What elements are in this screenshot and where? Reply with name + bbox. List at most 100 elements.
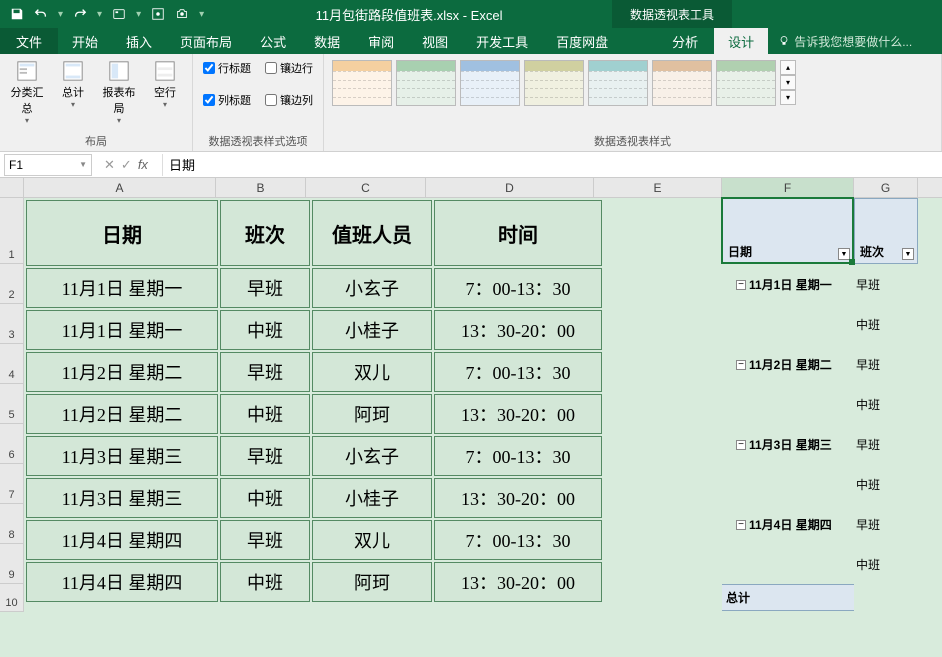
row-header[interactable]: 10 [0,584,24,612]
table-cell[interactable]: 双儿 [312,520,432,560]
table-cell[interactable]: 早班 [220,520,310,560]
column-header[interactable]: E [594,178,722,197]
table-cell[interactable]: 11月3日 星期三 [26,478,218,518]
formula-input[interactable] [162,154,942,176]
pivot-date-row[interactable]: −11月2日 星期二 [736,356,832,373]
table-cell[interactable]: 11月3日 星期三 [26,436,218,476]
table-cell[interactable]: 小桂子 [312,310,432,350]
tab-analyze[interactable]: 分析 [656,28,714,54]
table-cell[interactable]: 中班 [220,394,310,434]
check-colheader[interactable]: 列标题 [203,92,251,108]
tab-devtools[interactable]: 开发工具 [462,28,542,54]
subtotal-button[interactable]: 分类汇总▾ [6,58,48,127]
tab-design[interactable]: 设计 [714,28,768,54]
check-bandedcol[interactable]: 镶边列 [265,92,313,108]
pivot-shift-cell[interactable]: 早班 [856,436,880,453]
pivot-header-shift[interactable]: 班次 ▼ [854,198,918,264]
table-cell[interactable]: 13：30-20：00 [434,310,602,350]
table-cell[interactable]: 11月4日 星期四 [26,562,218,602]
cells[interactable]: 日期班次值班人员时间 11月1日 星期一早班小玄子7：00-13：3011月1日… [24,198,942,612]
pivot-date-row[interactable]: −11月4日 星期四 [736,516,832,533]
tab-data[interactable]: 数据 [300,28,354,54]
table-cell[interactable]: 11月4日 星期四 [26,520,218,560]
table-cell[interactable]: 13：30-20：00 [434,394,602,434]
table-cell[interactable]: 11月1日 星期一 [26,268,218,308]
pivot-shift-cell[interactable]: 早班 [856,276,880,293]
table-cell[interactable]: 11月2日 星期二 [26,394,218,434]
tab-file[interactable]: 文件 [0,28,58,54]
row-header[interactable]: 1 [0,198,24,264]
cancel-icon[interactable]: ✕ [104,157,115,173]
row-header[interactable]: 2 [0,264,24,304]
style-thumb[interactable] [716,60,776,106]
save-icon[interactable] [8,5,26,23]
pivot-shift-cell[interactable]: 早班 [856,356,880,373]
fx-icon[interactable]: fx [138,157,148,173]
column-header[interactable]: C [306,178,426,197]
tab-formulas[interactable]: 公式 [246,28,300,54]
pivot-date-row[interactable]: −11月1日 星期一 [736,276,832,293]
tell-me-search[interactable]: 告诉我您想要做什么... [768,33,912,50]
tab-review[interactable]: 审阅 [354,28,408,54]
style-thumb[interactable] [524,60,584,106]
table-cell[interactable]: 小玄子 [312,268,432,308]
pivot-shift-cell[interactable]: 早班 [856,516,880,533]
table-cell[interactable]: 小桂子 [312,478,432,518]
style-thumb[interactable] [332,60,392,106]
row-header[interactable]: 6 [0,424,24,464]
gallery-more-icon[interactable]: ▾ [780,90,796,105]
pivot-shift-cell[interactable]: 中班 [856,556,880,573]
row-header[interactable]: 8 [0,504,24,544]
collapse-icon[interactable]: − [736,440,746,450]
grandtotal-button[interactable]: 总计▾ [52,58,94,111]
table-cell[interactable]: 7：00-13：30 [434,268,602,308]
tab-home[interactable]: 开始 [58,28,112,54]
column-header[interactable]: A [24,178,216,197]
check-bandedrow[interactable]: 镶边行 [265,60,313,76]
pivot-header-date[interactable]: 日期 ▼ [722,198,854,264]
column-header[interactable]: F [722,178,854,197]
style-thumb[interactable] [588,60,648,106]
pivot-shift-cell[interactable]: 中班 [856,316,880,333]
style-thumb[interactable] [652,60,712,106]
row-header[interactable]: 3 [0,304,24,344]
table-cell[interactable]: 阿珂 [312,562,432,602]
chevron-down-icon[interactable]: ▼ [79,160,87,169]
pivot-date-row[interactable]: −11月3日 星期三 [736,436,832,453]
table-cell[interactable]: 中班 [220,310,310,350]
table-cell[interactable]: 7：00-13：30 [434,352,602,392]
row-header[interactable]: 7 [0,464,24,504]
row-header[interactable]: 5 [0,384,24,424]
tab-insert[interactable]: 插入 [112,28,166,54]
undo-icon[interactable] [32,5,50,23]
table-cell[interactable]: 中班 [220,478,310,518]
new-icon[interactable] [110,5,128,23]
table-cell[interactable]: 阿珂 [312,394,432,434]
name-box[interactable]: F1 ▼ [4,154,92,176]
table-cell[interactable]: 13：30-20：00 [434,562,602,602]
reportlayout-button[interactable]: 报表布局▾ [98,58,140,127]
tab-pagelayout[interactable]: 页面布局 [166,28,246,54]
style-thumb[interactable] [396,60,456,106]
collapse-icon[interactable]: − [736,360,746,370]
table-cell[interactable]: 双儿 [312,352,432,392]
row-header[interactable]: 4 [0,344,24,384]
table-cell[interactable]: 小玄子 [312,436,432,476]
tab-view[interactable]: 视图 [408,28,462,54]
camera-icon[interactable] [173,5,191,23]
gallery-down-icon[interactable]: ▾ [780,75,796,90]
table-cell[interactable]: 7：00-13：30 [434,436,602,476]
tab-baidu[interactable]: 百度网盘 [542,28,622,54]
table-cell[interactable]: 11月2日 星期二 [26,352,218,392]
table-cell[interactable]: 7：00-13：30 [434,520,602,560]
collapse-icon[interactable]: − [736,520,746,530]
filter-dropdown-icon[interactable]: ▼ [838,248,850,260]
select-all-corner[interactable] [0,178,24,197]
pivot-shift-cell[interactable]: 中班 [856,396,880,413]
style-thumb[interactable] [460,60,520,106]
filter-dropdown-icon[interactable]: ▼ [902,248,914,260]
blankrows-button[interactable]: 空行▾ [144,58,186,111]
pivot-shift-cell[interactable]: 中班 [856,476,880,493]
column-header[interactable]: G [854,178,918,197]
table-cell[interactable]: 早班 [220,352,310,392]
